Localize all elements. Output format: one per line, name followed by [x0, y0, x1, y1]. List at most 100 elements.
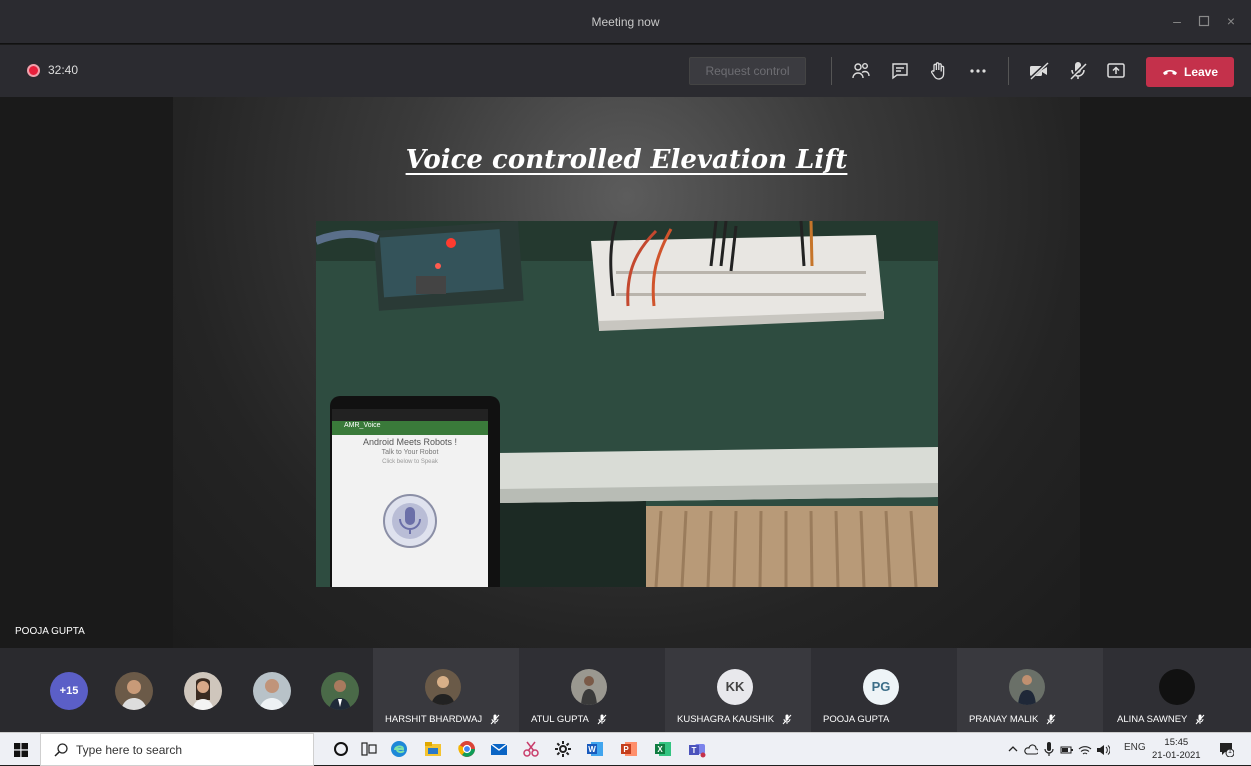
participant-avatar [1009, 669, 1045, 705]
participant-tile[interactable]: PG POOJA GUPTA [811, 648, 957, 732]
windows-taskbar: Type here to search W P X T ENG 15:45 21… [0, 732, 1251, 766]
request-control-button[interactable]: Request control [689, 57, 806, 85]
svg-text:P: P [623, 745, 629, 754]
edge-icon[interactable] [390, 740, 408, 758]
shared-content-stage: Voice controlled Elevation Lift AMR_Voic… [0, 97, 1251, 648]
more-icon [970, 69, 986, 73]
participant-name: ALINA SAWNEY [1117, 714, 1205, 725]
active-speaker-name: POOJA GUPTA [15, 626, 85, 637]
participant-tile[interactable]: ALINA SAWNEY [1103, 648, 1251, 732]
participant-name: POOJA GUPTA [823, 714, 890, 725]
mic-toggle-button[interactable] [1066, 59, 1090, 83]
project-photo: AMR_Voice Android Meets Robots ! Talk to… [316, 221, 938, 587]
participant-name: ATUL GUPTA [531, 714, 607, 725]
cortana-icon[interactable] [332, 740, 350, 758]
share-icon [1107, 63, 1125, 78]
participant-initials: KK [717, 669, 753, 705]
chat-button[interactable] [888, 59, 912, 83]
wifi-icon[interactable] [1078, 743, 1092, 757]
phone-app-title: AMR_Voice [344, 422, 381, 429]
participant-tile[interactable]: PRANAY MALIK [957, 648, 1103, 732]
taskbar-search-box[interactable]: Type here to search [40, 733, 314, 766]
task-view-icon[interactable] [360, 740, 378, 758]
chrome-icon[interactable] [458, 740, 476, 758]
notification-count: 1 [1228, 748, 1232, 755]
word-icon[interactable]: W [586, 740, 604, 758]
excel-icon[interactable]: X [654, 740, 672, 758]
battery-icon[interactable] [1060, 743, 1074, 757]
mic-off-icon [1068, 61, 1088, 81]
windows-start-icon[interactable] [14, 743, 28, 757]
meeting-toolbar: 32:40 Request control Leave [0, 45, 1251, 97]
svg-text:X: X [657, 745, 663, 754]
phone-heading: Android Meets Robots ! [362, 437, 458, 447]
phone-hint: Click below to Speak [382, 459, 438, 465]
svg-text:W: W [588, 745, 596, 754]
slide-title: Voice controlled Elevation Lift [405, 145, 848, 175]
participants-strip: +15 HARSHIT BHARDWAJ ATUL GUPTA KK KUSHA… [0, 648, 1251, 732]
snip-icon[interactable] [522, 740, 540, 758]
mic-off-icon [1196, 714, 1205, 725]
volume-icon[interactable] [1096, 743, 1110, 757]
mic-off-icon [1046, 714, 1056, 725]
powerpoint-icon[interactable]: P [620, 740, 638, 758]
participant-avatar[interactable] [184, 672, 222, 710]
settings-gear-icon[interactable] [554, 740, 572, 758]
meeting-timer: 32:40 [48, 63, 79, 77]
recording-icon [27, 64, 40, 77]
chevron-up-icon[interactable] [1007, 743, 1019, 755]
camera-toggle-button[interactable] [1027, 59, 1051, 83]
teams-icon[interactable]: T [688, 740, 706, 758]
raise-hand-button[interactable] [926, 59, 950, 83]
participant-avatar[interactable] [115, 672, 153, 710]
chat-icon [892, 63, 908, 80]
camera-off-icon [1028, 61, 1049, 81]
participant-initials: PG [863, 669, 899, 705]
participant-avatar [1159, 669, 1195, 705]
more-participants-button[interactable]: +15 [50, 672, 88, 710]
restore-icon [1198, 15, 1210, 27]
onedrive-icon[interactable] [1024, 743, 1038, 757]
teams-meeting-window: Meeting now – × 32:40 Request control Le… [0, 0, 1251, 766]
participant-tile[interactable]: ATUL GUPTA [519, 648, 665, 732]
participant-tile[interactable]: KK KUSHAGRA KAUSHIK [665, 648, 811, 732]
people-icon [852, 62, 870, 79]
participant-avatar [571, 669, 607, 705]
language-indicator[interactable]: ENG [1124, 742, 1146, 753]
window-title: Meeting now [591, 15, 660, 29]
clock-date: 21-01-2021 [1152, 750, 1201, 761]
share-screen-button[interactable] [1104, 59, 1128, 83]
participant-avatar[interactable] [253, 672, 291, 710]
participant-avatar [425, 669, 461, 705]
notification-center-button[interactable]: 1 [1218, 741, 1235, 758]
leave-button[interactable]: Leave [1146, 57, 1234, 87]
presentation-slide: Voice controlled Elevation Lift AMR_Voic… [173, 97, 1080, 648]
mic-off-icon [490, 714, 500, 725]
svg-text:T: T [692, 746, 697, 755]
search-placeholder: Type here to search [76, 743, 183, 757]
clock-time: 15:45 [1164, 737, 1189, 748]
toolbar-divider [831, 57, 832, 85]
hang-up-icon [1162, 70, 1177, 75]
maximize-button[interactable] [1191, 10, 1217, 32]
participant-avatar[interactable] [321, 672, 359, 710]
participant-tile[interactable]: HARSHIT BHARDWAJ [373, 648, 519, 732]
close-window-button[interactable]: × [1218, 10, 1244, 32]
participant-name: HARSHIT BHARDWAJ [385, 714, 500, 725]
toolbar-divider [1008, 57, 1009, 85]
more-options-button[interactable] [966, 59, 990, 83]
microphone-icon[interactable] [1044, 742, 1054, 756]
hand-icon [931, 62, 945, 80]
participants-button[interactable] [849, 59, 873, 83]
file-explorer-icon[interactable] [424, 740, 442, 758]
participant-name: PRANAY MALIK [969, 714, 1056, 725]
phone-subheading: Talk to Your Robot [381, 449, 439, 456]
minimize-button[interactable]: – [1164, 10, 1190, 32]
search-icon [54, 743, 68, 757]
participant-name: KUSHAGRA KAUSHIK [677, 714, 792, 725]
title-bar: Meeting now – × [0, 0, 1251, 44]
mail-icon[interactable] [490, 740, 508, 758]
mic-off-icon [782, 714, 792, 725]
mic-off-icon [597, 714, 607, 725]
taskbar-clock[interactable]: 15:45 21-01-2021 [1152, 736, 1201, 762]
